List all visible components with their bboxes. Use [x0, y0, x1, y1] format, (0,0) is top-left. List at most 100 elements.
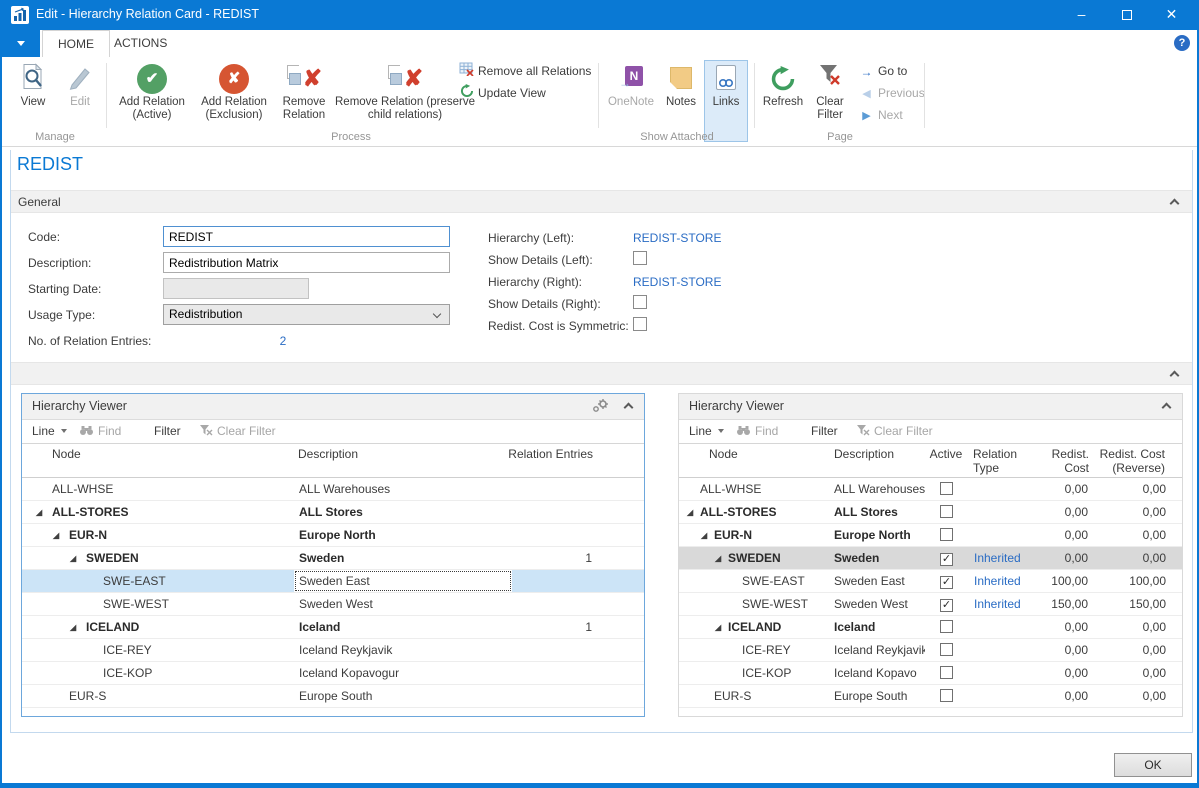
- filter-button[interactable]: Filter: [154, 424, 181, 438]
- view-button[interactable]: View: [10, 61, 56, 109]
- filter-button[interactable]: Filter: [811, 424, 838, 438]
- column-header-description[interactable]: Description: [834, 447, 922, 461]
- active-checkbox[interactable]: [940, 620, 953, 633]
- general-section-header[interactable]: General: [11, 190, 1192, 213]
- expand-icon[interactable]: ◢: [715, 617, 728, 638]
- table-row[interactable]: ALL-WHSEALL Warehouses0,000,00: [679, 478, 1182, 501]
- column-header-description[interactable]: Description: [298, 447, 498, 461]
- active-checkbox[interactable]: [940, 666, 953, 679]
- column-header-node[interactable]: Node: [52, 447, 252, 461]
- cell-cost_reverse: 0,00: [1093, 547, 1171, 569]
- add-relation-exclusion-button[interactable]: ✘ Add Relation (Exclusion): [194, 61, 274, 122]
- column-header-redist-cost-reverse[interactable]: Redist. Cost (Reverse): [1091, 447, 1165, 475]
- table-row[interactable]: SWE-WESTSweden West: [22, 593, 644, 616]
- active-checkbox[interactable]: ✓: [940, 599, 953, 612]
- line-menu[interactable]: Line: [32, 424, 67, 438]
- hierarchy-viewer-left: Hierarchy Viewer Line Find Filter Clear …: [21, 393, 645, 717]
- maximize-button[interactable]: [1104, 0, 1149, 30]
- add-relation-active-button[interactable]: ✔ Add Relation (Active): [112, 61, 192, 122]
- edit-button[interactable]: Edit: [58, 61, 102, 109]
- table-row[interactable]: ◢EUR-NEurope North0,000,00: [679, 524, 1182, 547]
- expand-icon[interactable]: ◢: [53, 525, 69, 546]
- usage-type-select[interactable]: Redistribution: [163, 304, 450, 325]
- binoculars-icon: [736, 425, 751, 439]
- go-to-button[interactable]: →Go to: [858, 62, 907, 81]
- table-row[interactable]: ALL-WHSEALL Warehouses: [22, 478, 644, 501]
- expand-icon[interactable]: ◢: [687, 502, 700, 523]
- next-button[interactable]: ▶Next: [858, 106, 903, 125]
- viewer-title: Hierarchy Viewer: [32, 399, 127, 413]
- table-row[interactable]: SWE-EASTSweden East: [22, 570, 644, 593]
- active-checkbox[interactable]: [940, 689, 953, 702]
- show-details-right-checkbox[interactable]: [633, 295, 647, 309]
- gear-icon[interactable]: [592, 399, 610, 418]
- refresh-button[interactable]: Refresh: [760, 61, 806, 109]
- starting-date-input[interactable]: [163, 278, 309, 299]
- remove-relation-preserve-button[interactable]: ✘ Remove Relation (preserve child relati…: [334, 61, 476, 122]
- column-header-redist-cost[interactable]: Redist. Cost: [1029, 447, 1089, 475]
- clear-filter-button[interactable]: Clear Filter: [856, 424, 933, 439]
- close-button[interactable]: ✕: [1149, 0, 1194, 30]
- node-code: ALL-WHSE: [700, 482, 761, 496]
- active-checkbox[interactable]: [940, 482, 953, 495]
- column-header-active[interactable]: Active: [923, 447, 969, 461]
- update-view-button[interactable]: Update View: [458, 84, 546, 103]
- onenote-button[interactable]: N→ OneNote: [604, 61, 658, 109]
- redist-symmetric-checkbox[interactable]: [633, 317, 647, 331]
- column-header-node[interactable]: Node: [709, 447, 819, 461]
- line-menu[interactable]: Line: [689, 424, 724, 438]
- table-row[interactable]: ICE-REYIceland Reykjavik: [22, 639, 644, 662]
- clear-filter-button[interactable]: Clear Filter: [808, 61, 852, 122]
- table-row[interactable]: ◢SWEDENSweden✓Inherited0,000,00: [679, 547, 1182, 570]
- table-row[interactable]: SWE-EASTSweden East✓Inherited100,00100,0…: [679, 570, 1182, 593]
- remove-all-relations-button[interactable]: Remove all Relations: [458, 62, 591, 81]
- code-input[interactable]: [163, 226, 450, 247]
- table-row[interactable]: ICE-KOPIceland Kopavo0,000,00: [679, 662, 1182, 685]
- minimize-button[interactable]: –: [1059, 0, 1104, 30]
- expand-icon[interactable]: ◢: [701, 525, 714, 546]
- active-checkbox[interactable]: [940, 505, 953, 518]
- previous-button[interactable]: ◀Previous: [858, 84, 925, 103]
- find-button[interactable]: Find: [736, 424, 778, 439]
- active-checkbox[interactable]: [940, 528, 953, 541]
- clear-filter-button[interactable]: Clear Filter: [199, 424, 276, 439]
- collapse-icon[interactable]: [1170, 371, 1180, 381]
- table-row[interactable]: ◢SWEDENSweden1: [22, 547, 644, 570]
- app-menu-button[interactable]: [2, 30, 40, 57]
- table-row[interactable]: ICE-KOPIceland Kopavogur: [22, 662, 644, 685]
- expand-icon[interactable]: ◢: [715, 548, 728, 569]
- remove-relation-button[interactable]: ✘ Remove Relation: [276, 61, 332, 122]
- description-input[interactable]: [163, 252, 450, 273]
- active-checkbox[interactable]: [940, 643, 953, 656]
- notes-button[interactable]: Notes: [660, 61, 702, 109]
- active-checkbox[interactable]: ✓: [940, 553, 953, 566]
- table-row[interactable]: ◢ICELANDIceland1: [22, 616, 644, 639]
- table-row[interactable]: ◢ALL-STORESALL Stores: [22, 501, 644, 524]
- expand-icon[interactable]: ◢: [36, 502, 52, 523]
- table-row[interactable]: ICE-REYIceland Reykjavik0,000,00: [679, 639, 1182, 662]
- column-header-relation-type[interactable]: Relation Type: [973, 447, 1031, 475]
- table-row[interactable]: SWE-WESTSweden West✓Inherited150,00150,0…: [679, 593, 1182, 616]
- collapse-icon[interactable]: [1170, 199, 1180, 209]
- ok-button[interactable]: OK: [1114, 753, 1192, 777]
- table-row[interactable]: ◢EUR-NEurope North: [22, 524, 644, 547]
- tab-actions[interactable]: ACTIONS: [99, 30, 182, 57]
- column-header-relation-entries[interactable]: Relation Entries: [508, 447, 593, 461]
- table-row[interactable]: ◢ICELANDIceland0,000,00: [679, 616, 1182, 639]
- viewers-section-header[interactable]: [11, 362, 1192, 385]
- expand-icon[interactable]: ◢: [70, 617, 86, 638]
- links-button[interactable]: Links: [704, 60, 748, 142]
- hierarchy-left-link[interactable]: REDIST-STORE: [633, 231, 721, 245]
- active-checkbox[interactable]: ✓: [940, 576, 953, 589]
- relation-entries-value[interactable]: 2: [273, 334, 293, 348]
- table-row[interactable]: ◢ALL-STORESALL Stores0,000,00: [679, 501, 1182, 524]
- show-details-left-checkbox[interactable]: [633, 251, 647, 265]
- table-row[interactable]: EUR-SEurope South0,000,00: [679, 685, 1182, 708]
- hierarchy-right-link[interactable]: REDIST-STORE: [633, 275, 721, 289]
- collapse-icon[interactable]: [1162, 403, 1172, 413]
- table-row[interactable]: EUR-SEurope South: [22, 685, 644, 708]
- help-button[interactable]: ?: [1174, 35, 1190, 51]
- expand-icon[interactable]: ◢: [70, 548, 86, 569]
- find-button[interactable]: Find: [79, 424, 121, 439]
- collapse-icon[interactable]: [624, 403, 634, 413]
